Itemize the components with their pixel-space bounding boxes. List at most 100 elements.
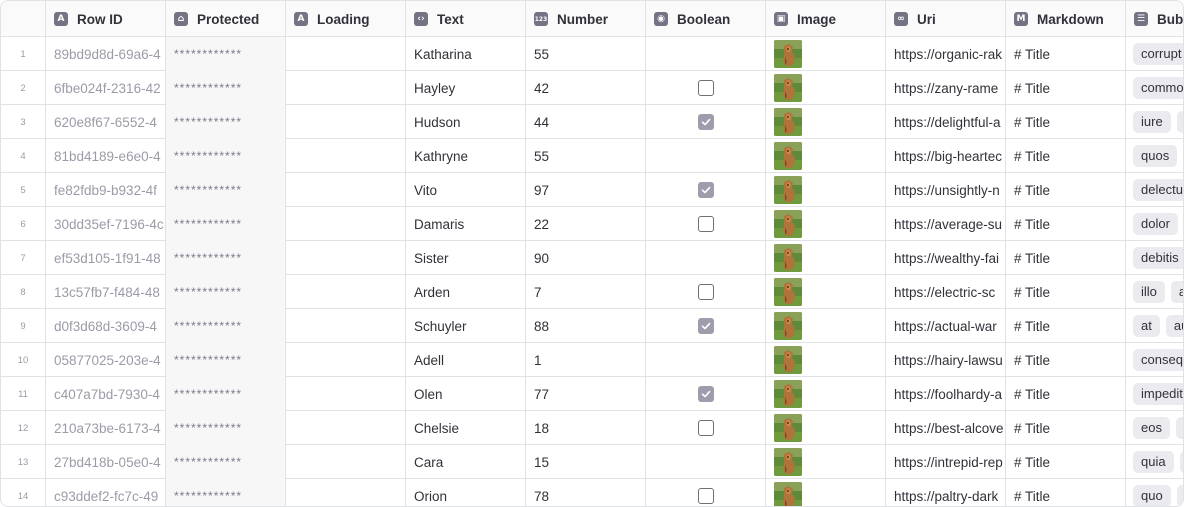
cell-protected[interactable]: ************	[166, 411, 286, 445]
cell-protected[interactable]: ************	[166, 445, 286, 479]
cell-markdown[interactable]: # Title	[1006, 37, 1126, 71]
boolean-checkbox[interactable]	[698, 46, 714, 62]
cell-row-id[interactable]: 05877025-203e-4	[46, 343, 166, 377]
column-header-bubble[interactable]: ☰ Bubble	[1126, 1, 1183, 37]
cell-uri[interactable]: https://foolhardy-a	[886, 377, 1006, 411]
cell-bubble[interactable]: quosc	[1126, 139, 1183, 173]
cell-image[interactable]	[766, 37, 886, 71]
cell-bubble[interactable]: impedit	[1126, 377, 1183, 411]
cell-protected[interactable]: ************	[166, 309, 286, 343]
cell-loading[interactable]	[286, 207, 406, 241]
cell-bubble[interactable]: atau	[1126, 309, 1183, 343]
cell-number[interactable]: 18	[526, 411, 646, 445]
cell-markdown[interactable]: # Title	[1006, 377, 1126, 411]
image-thumbnail[interactable]	[774, 176, 802, 204]
cell-number[interactable]: 44	[526, 105, 646, 139]
image-thumbnail[interactable]	[774, 142, 802, 170]
cell-number[interactable]: 90	[526, 241, 646, 275]
image-thumbnail[interactable]	[774, 244, 802, 272]
cell-uri[interactable]: https://unsightly-n	[886, 173, 1006, 207]
cell-row-id[interactable]: c93ddef2-fc7c-49	[46, 479, 166, 506]
cell-boolean[interactable]	[646, 343, 766, 377]
cell-image[interactable]	[766, 309, 886, 343]
cell-image[interactable]	[766, 207, 886, 241]
cell-bubble[interactable]: quoe	[1126, 479, 1183, 506]
cell-protected[interactable]: ************	[166, 479, 286, 506]
cell-boolean[interactable]	[646, 479, 766, 506]
cell-protected[interactable]: ************	[166, 241, 286, 275]
cell-text[interactable]: Vito	[406, 173, 526, 207]
cell-text[interactable]: Katharina	[406, 37, 526, 71]
cell-number[interactable]: 97	[526, 173, 646, 207]
cell-boolean[interactable]	[646, 275, 766, 309]
cell-loading[interactable]	[286, 139, 406, 173]
cell-image[interactable]	[766, 411, 886, 445]
cell-uri[interactable]: https://delightful-a	[886, 105, 1006, 139]
cell-bubble[interactable]: dolorc	[1126, 207, 1183, 241]
cell-markdown[interactable]: # Title	[1006, 275, 1126, 309]
cell-loading[interactable]	[286, 241, 406, 275]
table-row[interactable]: 7 ef53d105-1f91-48 ************ Sister 90 htt…	[1, 241, 1183, 275]
column-header-rowid[interactable]: A Row ID	[46, 1, 166, 37]
cell-number[interactable]: 88	[526, 309, 646, 343]
cell-text[interactable]: Schuyler	[406, 309, 526, 343]
image-thumbnail[interactable]	[774, 380, 802, 408]
table-row[interactable]: 2 6fbe024f-2316-42 ************ Hayley 42 htt…	[1, 71, 1183, 105]
cell-protected[interactable]: ************	[166, 139, 286, 173]
cell-loading[interactable]	[286, 71, 406, 105]
cell-text[interactable]: Damaris	[406, 207, 526, 241]
cell-protected[interactable]: ************	[166, 37, 286, 71]
image-thumbnail[interactable]	[774, 108, 802, 136]
cell-image[interactable]	[766, 377, 886, 411]
column-header-number[interactable]: 123 Number	[526, 1, 646, 37]
image-thumbnail[interactable]	[774, 448, 802, 476]
table-row[interactable]: 8 13c57fb7-f484-48 ************ Arden 7 https…	[1, 275, 1183, 309]
cell-boolean[interactable]	[646, 37, 766, 71]
cell-markdown[interactable]: # Title	[1006, 309, 1126, 343]
boolean-checkbox[interactable]	[697, 386, 714, 402]
cell-protected[interactable]: ************	[166, 343, 286, 377]
boolean-checkbox[interactable]	[697, 216, 714, 232]
cell-boolean[interactable]	[646, 411, 766, 445]
table-row[interactable]: 9 d0f3d68d-3609-4 ************ Schuyler 88 ht…	[1, 309, 1183, 343]
cell-number[interactable]: 77	[526, 377, 646, 411]
cell-markdown[interactable]: # Title	[1006, 207, 1126, 241]
cell-image[interactable]	[766, 139, 886, 173]
cell-row-id[interactable]: fe82fdb9-b932-4f	[46, 173, 166, 207]
cell-markdown[interactable]: # Title	[1006, 241, 1126, 275]
cell-loading[interactable]	[286, 445, 406, 479]
table-row[interactable]: 14 c93ddef2-fc7c-49 ************ Orion 78 htt…	[1, 479, 1183, 506]
cell-bubble[interactable]: delectu	[1126, 173, 1183, 207]
boolean-checkbox[interactable]	[698, 454, 714, 470]
cell-bubble[interactable]: eosa	[1126, 411, 1183, 445]
cell-markdown[interactable]: # Title	[1006, 479, 1126, 506]
cell-bubble[interactable]: corrupt	[1126, 37, 1183, 71]
table-row[interactable]: 4 81bd4189-e6e0-4 ************ Kathryne 55 ht…	[1, 139, 1183, 173]
cell-uri[interactable]: https://actual-war	[886, 309, 1006, 343]
cell-boolean[interactable]	[646, 309, 766, 343]
cell-bubble[interactable]: quiac	[1126, 445, 1183, 479]
boolean-checkbox[interactable]	[697, 318, 714, 334]
cell-markdown[interactable]: # Title	[1006, 105, 1126, 139]
table-row[interactable]: 10 05877025-203e-4 ************ Adell 1 https…	[1, 343, 1183, 377]
boolean-checkbox[interactable]	[697, 114, 714, 130]
image-thumbnail[interactable]	[774, 40, 802, 68]
image-thumbnail[interactable]	[774, 278, 802, 306]
cell-row-id[interactable]: 210a73be-6173-4	[46, 411, 166, 445]
cell-uri[interactable]: https://best-alcove	[886, 411, 1006, 445]
cell-markdown[interactable]: # Title	[1006, 411, 1126, 445]
column-header-text[interactable]: ‹› Text	[406, 1, 526, 37]
cell-bubble[interactable]: illoa	[1126, 275, 1183, 309]
cell-markdown[interactable]: # Title	[1006, 71, 1126, 105]
cell-number[interactable]: 15	[526, 445, 646, 479]
boolean-checkbox[interactable]	[697, 420, 714, 436]
image-thumbnail[interactable]	[774, 312, 802, 340]
cell-row-id[interactable]: 6fbe024f-2316-42	[46, 71, 166, 105]
cell-image[interactable]	[766, 445, 886, 479]
cell-text[interactable]: Sister	[406, 241, 526, 275]
boolean-checkbox[interactable]	[697, 488, 714, 504]
cell-text[interactable]: Kathryne	[406, 139, 526, 173]
cell-loading[interactable]	[286, 411, 406, 445]
boolean-checkbox[interactable]	[698, 250, 714, 266]
cell-protected[interactable]: ************	[166, 275, 286, 309]
